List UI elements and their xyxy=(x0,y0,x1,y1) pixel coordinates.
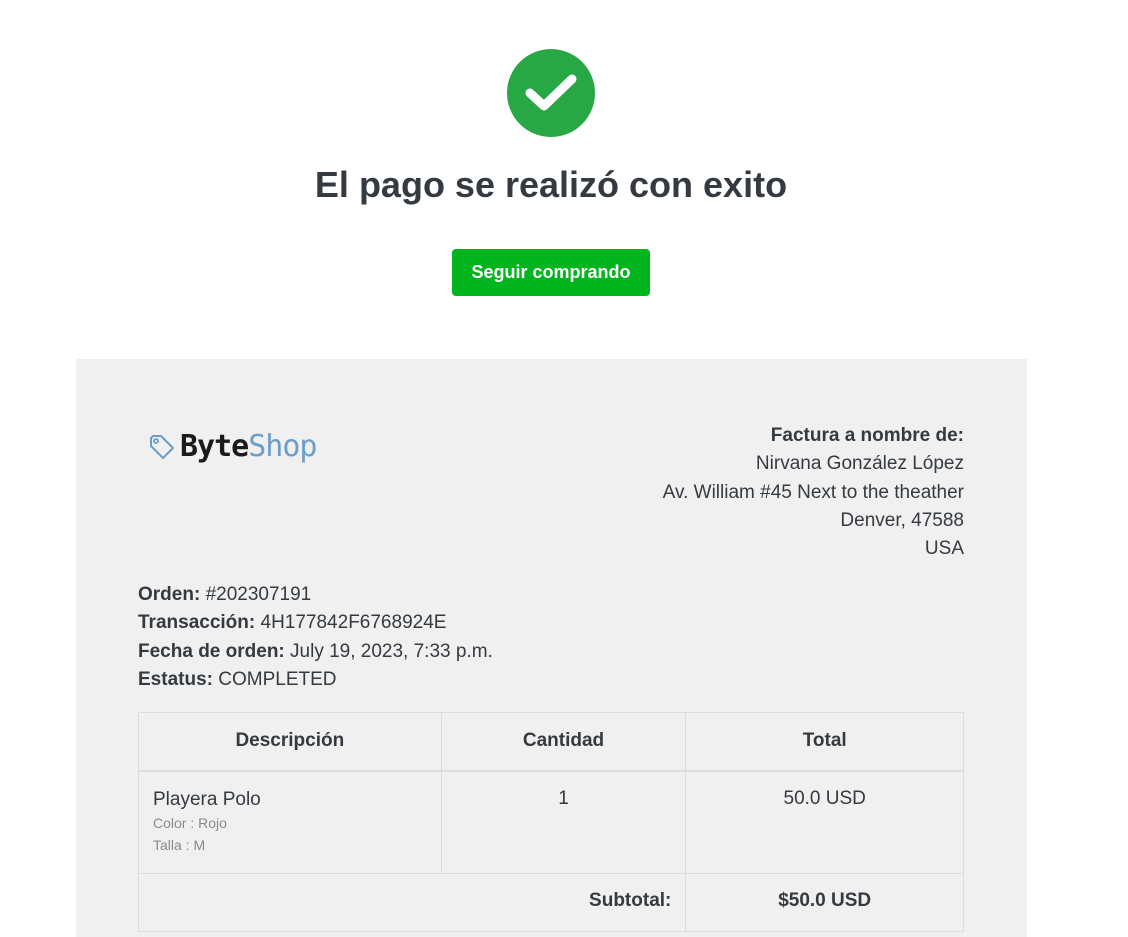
status-row: Estatus: COMPLETED xyxy=(138,666,493,694)
item-size: Talla : M xyxy=(153,836,206,853)
success-check-icon xyxy=(507,49,595,137)
transaction-row: Transacción: 4H177842F6768924E xyxy=(138,609,493,637)
order-number-value: #202307191 xyxy=(205,584,312,605)
column-header-total: Total xyxy=(685,712,964,772)
customer-address: Av. William #45 Next to the theather xyxy=(662,481,964,503)
order-info: Orden: #202307191 Transacción: 4H177842F… xyxy=(138,581,493,694)
order-date-row: Fecha de orden: July 19, 2023, 7:33 p.m. xyxy=(138,638,493,666)
order-number-row: Orden: #202307191 xyxy=(138,581,493,609)
item-total: 50.0 USD xyxy=(685,770,964,874)
column-header-quantity: Cantidad xyxy=(440,712,687,772)
order-number-label: Orden: xyxy=(138,584,201,605)
page-title: El pago se realizó con exito xyxy=(314,164,788,205)
logo-text-byte: Byte xyxy=(180,429,249,464)
transaction-value: 4H177842F6768924E xyxy=(260,612,447,634)
invoice-panel: ByteShop Factura a nombre de: Nirvana Go… xyxy=(76,359,1027,937)
order-date-label: Fecha de orden: xyxy=(138,640,285,662)
status-label: Estatus: xyxy=(138,668,213,690)
bill-to-section: Factura a nombre de: Nirvana González Ló… xyxy=(663,422,964,563)
subtotal-value: $50.0 USD xyxy=(685,873,964,932)
items-table: Descripción Cantidad Total Playera Polo … xyxy=(137,712,964,932)
item-description-cell: Playera Polo Color : Rojo Talla : M xyxy=(138,770,442,874)
order-date-value: July 19, 2023, 7:33 p.m. xyxy=(290,640,493,662)
table-row: Playera Polo Color : Rojo Talla : M 1 50… xyxy=(138,770,964,874)
continue-shopping-button[interactable]: Seguir comprando xyxy=(452,249,650,296)
item-color: Color : Rojo xyxy=(153,814,227,831)
table-header-row: Descripción Cantidad Total xyxy=(138,712,964,772)
customer-country: USA xyxy=(924,538,964,560)
tag-icon xyxy=(148,433,176,461)
logo-text-shop: Shop xyxy=(248,429,317,464)
customer-city: Denver, 47588 xyxy=(840,509,964,531)
column-header-description: Descripción xyxy=(138,712,442,772)
bill-to-heading: Factura a nombre de: xyxy=(770,425,964,446)
customer-name: Nirvana González López xyxy=(755,453,964,475)
byteshop-logo[interactable]: ByteShop xyxy=(148,429,318,464)
item-quantity: 1 xyxy=(440,770,687,874)
item-name: Playera Polo xyxy=(153,788,261,810)
subtotal-label: Subtotal: xyxy=(137,873,687,932)
status-value: COMPLETED xyxy=(218,668,337,690)
subtotal-row: Subtotal: $50.0 USD xyxy=(137,873,964,932)
transaction-label: Transacción: xyxy=(138,612,256,634)
